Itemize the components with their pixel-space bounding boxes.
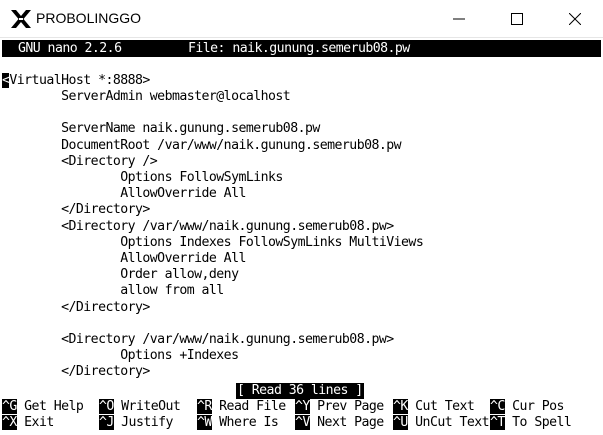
shortcut-row-1: ^G Get Help ^O WriteOut ^R Read File ^Y Pre… [2, 399, 603, 415]
editor-line[interactable]: AllowOverride All [2, 251, 246, 267]
shortcut-key: ^W [197, 415, 212, 430]
editor-line[interactable]: <Directory /var/www/naik.gunung.semerub0… [2, 219, 394, 235]
shortcut-label: Next Page [309, 415, 384, 430]
shortcut-item[interactable]: ^X Exit [2, 415, 54, 431]
shortcut-item[interactable]: ^V Next Page [295, 415, 384, 431]
editor-line[interactable]: AllowOverride All [2, 186, 246, 202]
window-title: PROBOLINGGO [36, 10, 142, 26]
shortcut-key: ^R [197, 399, 212, 414]
editor-line[interactable]: </Directory> [2, 202, 150, 218]
nano-file-label: File: naik.gunung.semerub08.pw [188, 41, 410, 56]
nano-header-bar: GNU nano 2.2.6 File: naik.gunung.semerub… [2, 40, 601, 57]
shortcut-item[interactable]: ^R Read File [197, 399, 286, 415]
shortcut-key: ^U [393, 415, 408, 430]
shortcut-key: ^G [2, 399, 17, 414]
shortcut-label: Exit [16, 415, 54, 430]
shortcut-item[interactable]: ^U UnCut Text [393, 415, 490, 431]
editor-line[interactable]: ServerAdmin webmaster@localhost [2, 89, 291, 105]
editor-line[interactable]: DocumentRoot /var/www/naik.gunung.semeru… [2, 138, 401, 154]
shortcut-item[interactable]: ^W Where Is [197, 415, 279, 431]
shortcut-item[interactable]: ^T To Spell [490, 415, 572, 431]
editor-line[interactable]: Options FollowSymLinks [2, 170, 283, 186]
maximize-button[interactable] [494, 0, 540, 38]
shortcut-item[interactable]: ^G Get Help [2, 399, 84, 415]
status-message: [ Read 36 lines ] [236, 383, 364, 399]
shortcut-key: ^J [99, 415, 114, 430]
shortcut-item[interactable]: ^K Cut Text [393, 399, 475, 415]
minimize-button[interactable] [436, 0, 482, 38]
editor-line[interactable]: Options Indexes FollowSymLinks MultiView… [2, 235, 424, 251]
shortcut-item[interactable]: ^J Justify [99, 415, 173, 431]
editor-line[interactable]: <Directory /> [2, 154, 158, 170]
shortcut-item[interactable]: ^Y Prev Page [295, 399, 384, 415]
shortcut-label: UnCut Text [407, 415, 490, 430]
shortcut-label: WriteOut [113, 399, 181, 414]
shortcut-label: Read File [211, 399, 286, 414]
shortcut-label: Prev Page [309, 399, 384, 414]
shortcut-key: ^O [99, 399, 114, 414]
shortcut-label: Cut Text [407, 399, 475, 414]
editor-line[interactable]: <Directory /var/www/naik.gunung.semerub0… [2, 332, 394, 348]
maximize-icon [511, 13, 523, 25]
close-button[interactable] [552, 0, 598, 38]
shortcut-label: Justify [113, 415, 173, 430]
nano-version: GNU nano 2.2.6 [18, 41, 122, 56]
editor-line[interactable]: ServerName naik.gunung.semerub08.pw [2, 121, 320, 137]
shortcut-label: Get Help [16, 399, 84, 414]
close-icon [569, 13, 581, 25]
terminal-area[interactable]: GNU nano 2.2.6 File: naik.gunung.semerub… [2, 40, 603, 435]
editor-line[interactable]: </Directory> [2, 364, 150, 380]
shortcut-key: ^C [490, 399, 505, 414]
x-app-icon [11, 10, 31, 28]
editor-line[interactable]: Options +Indexes [2, 348, 239, 364]
shortcut-key: ^V [295, 415, 310, 430]
shortcut-item[interactable]: ^O WriteOut [99, 399, 181, 415]
shortcut-label: Where Is [211, 415, 279, 430]
shortcut-item[interactable]: ^C Cur Pos [490, 399, 564, 415]
shortcut-row-2: ^X Exit ^J Justify ^W Where Is ^V Next Page… [2, 415, 603, 431]
shortcut-key: ^T [490, 415, 505, 430]
editor-line-text: VirtualHost *:8888> [9, 73, 150, 88]
shortcut-key: ^X [2, 415, 17, 430]
editor-line[interactable]: <VirtualHost *:8888> [2, 73, 150, 89]
shortcut-key: ^Y [295, 399, 310, 414]
editor-line[interactable]: Order allow,deny [2, 267, 239, 283]
shortcut-label: To Spell [504, 415, 572, 430]
minimize-icon [453, 18, 465, 20]
shortcut-key: ^K [393, 399, 408, 414]
editor-line[interactable]: allow from all [2, 283, 224, 299]
shortcut-label: Cur Pos [504, 399, 564, 414]
window-titlebar: PROBOLINGGO [0, 0, 603, 38]
editor-line[interactable]: </Directory> [2, 300, 150, 316]
